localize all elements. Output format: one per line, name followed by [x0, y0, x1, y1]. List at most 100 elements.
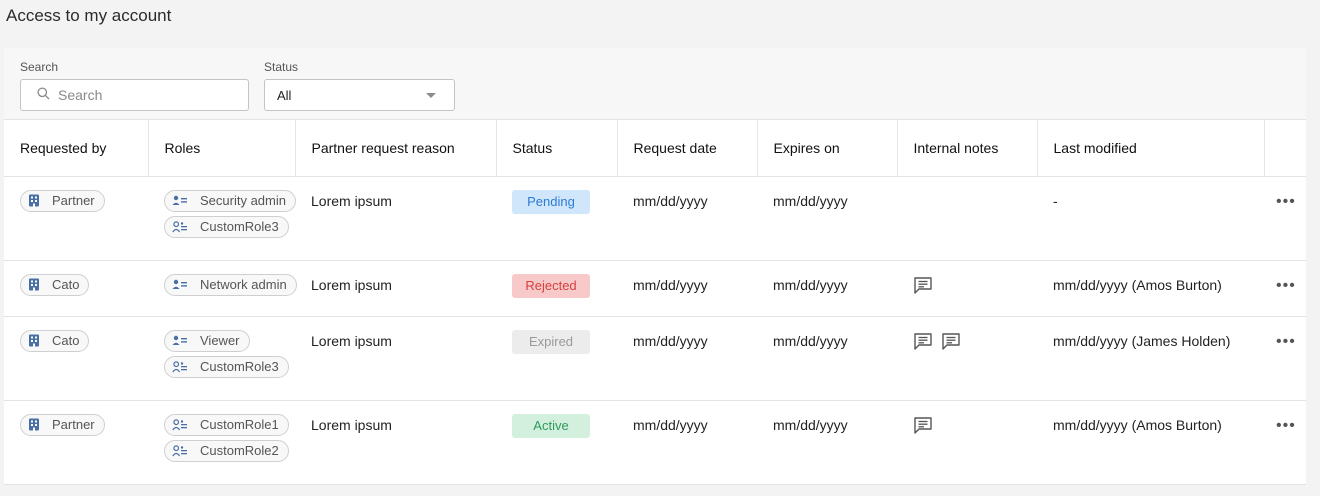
user-role-icon — [172, 279, 194, 290]
role-label: Viewer — [200, 333, 240, 348]
requested-by-chips: Partner — [20, 189, 148, 212]
requested-by-chips: Cato — [20, 273, 148, 296]
cell-actions: ••• — [1264, 400, 1306, 485]
role-label: CustomRole1 — [200, 417, 279, 432]
page-title: Access to my account — [6, 6, 172, 25]
cell-internal-notes — [897, 176, 1037, 261]
role-chip: CustomRole3 — [164, 215, 289, 238]
requested-by-chips: Partner — [20, 413, 148, 436]
cell-actions: ••• — [1264, 260, 1306, 317]
cell-actions: ••• — [1264, 176, 1306, 261]
status-select-value: All — [277, 87, 292, 103]
status-select[interactable]: All — [264, 79, 455, 111]
notes-group — [913, 416, 1037, 434]
building-icon — [28, 334, 46, 347]
more-icon[interactable]: ••• — [1276, 277, 1296, 294]
custom-role-icon — [172, 220, 194, 233]
role-chip: CustomRole1 — [164, 413, 289, 436]
cell-expires-on: mm/dd/yyyy — [757, 176, 897, 261]
requester-label: Cato — [52, 333, 80, 348]
chevron-down-icon — [426, 93, 436, 98]
cell-request-date: mm/dd/yyyy — [617, 260, 757, 317]
role-label: CustomRole3 — [200, 219, 279, 234]
column-header[interactable]: Last modified — [1037, 120, 1265, 177]
column-header[interactable]: Expires on — [757, 120, 898, 177]
column-header[interactable]: Request date — [617, 120, 758, 177]
column-header[interactable]: Internal notes — [897, 120, 1038, 177]
column-header[interactable]: Partner request reason — [295, 120, 497, 177]
more-icon[interactable]: ••• — [1276, 193, 1296, 210]
table-header-row: Requested by Roles Partner request reaso… — [4, 120, 1306, 177]
role-chip: CustomRole2 — [164, 439, 289, 462]
column-header-actions — [1264, 120, 1306, 177]
cell-expires-on: mm/dd/yyyy — [757, 400, 897, 485]
column-header[interactable]: Requested by — [4, 120, 149, 177]
cell-requested-by: Partner — [4, 176, 148, 261]
building-icon — [28, 278, 46, 291]
requested-by-chips: Cato — [20, 329, 148, 352]
cell-roles: Network admin — [148, 260, 297, 317]
status-badge: Rejected — [512, 273, 590, 298]
search-icon — [37, 87, 50, 103]
custom-role-icon — [172, 360, 194, 373]
column-header[interactable]: Roles — [148, 120, 296, 177]
role-label: Security admin — [200, 193, 286, 208]
note-icon[interactable] — [913, 332, 933, 350]
cell-roles: Viewer CustomRole3 — [148, 316, 295, 401]
cell-request-date: mm/dd/yyyy — [617, 176, 757, 261]
requester-chip: Cato — [20, 329, 90, 352]
notes-group — [913, 276, 1037, 294]
more-icon[interactable]: ••• — [1276, 417, 1296, 434]
cell-requested-by: Cato — [4, 260, 148, 317]
table-row[interactable]: Partner Security admin CustomRole3 Lorem ip… — [4, 176, 1306, 261]
table-row[interactable]: Partner CustomRole1 CustomRole2 Lorem ipsum… — [4, 400, 1306, 485]
building-icon — [28, 418, 46, 431]
notes-group — [913, 332, 1037, 350]
cell-status: Rejected — [496, 260, 617, 317]
cell-internal-notes — [897, 260, 1037, 317]
access-requests-table: Requested by Roles Partner request reaso… — [4, 120, 1306, 485]
cell-last-modified: mm/dd/yyyy (Amos Burton) — [1037, 260, 1264, 317]
role-chips: Viewer CustomRole3 — [164, 329, 295, 378]
note-icon[interactable] — [913, 276, 933, 294]
cell-roles: Security admin CustomRole3 — [148, 176, 296, 261]
cell-reason: Lorem ipsum — [295, 316, 496, 401]
requester-chip: Cato — [20, 273, 90, 296]
cell-reason: Lorem ipsum — [295, 260, 496, 317]
cell-expires-on: mm/dd/yyyy — [757, 316, 897, 401]
cell-requested-by: Cato — [4, 316, 148, 401]
search-input[interactable] — [58, 87, 238, 103]
role-chip: Network admin — [164, 273, 297, 296]
building-icon — [28, 194, 46, 207]
role-chip: CustomRole3 — [164, 355, 289, 378]
requester-label: Partner — [52, 193, 95, 208]
cell-expires-on: mm/dd/yyyy — [757, 260, 897, 317]
role-chips: Network admin — [164, 273, 297, 296]
note-icon[interactable] — [913, 416, 933, 434]
cell-actions: ••• — [1264, 316, 1306, 401]
cell-internal-notes — [897, 316, 1037, 401]
table-row[interactable]: Cato Viewer CustomRole3 Lorem ipsum Expired m… — [4, 316, 1306, 401]
column-header[interactable]: Status — [496, 120, 618, 177]
role-chips: Security admin CustomRole3 — [164, 189, 296, 238]
more-icon[interactable]: ••• — [1276, 333, 1296, 350]
cell-internal-notes — [897, 400, 1037, 485]
filters-bar: Search Status All — [4, 48, 1306, 120]
cell-request-date: mm/dd/yyyy — [617, 400, 757, 485]
cell-last-modified: - — [1037, 176, 1264, 261]
role-label: Network admin — [200, 277, 287, 292]
search-field[interactable] — [20, 79, 249, 111]
requester-chip: Partner — [20, 189, 105, 212]
cell-reason: Lorem ipsum — [295, 400, 496, 485]
requester-chip: Partner — [20, 413, 105, 436]
cell-last-modified: mm/dd/yyyy (Amos Burton) — [1037, 400, 1264, 485]
table-row[interactable]: Cato Network admin Lorem ipsum Rejected mm/d… — [4, 260, 1306, 317]
role-label: CustomRole2 — [200, 443, 279, 458]
cell-roles: CustomRole1 CustomRole2 — [148, 400, 295, 485]
requester-label: Partner — [52, 417, 95, 432]
note-icon[interactable] — [941, 332, 961, 350]
cell-status: Pending — [496, 176, 617, 261]
cell-last-modified: mm/dd/yyyy (James Holden) — [1037, 316, 1264, 401]
search-label: Search — [20, 60, 59, 74]
status-badge: Pending — [512, 189, 590, 214]
